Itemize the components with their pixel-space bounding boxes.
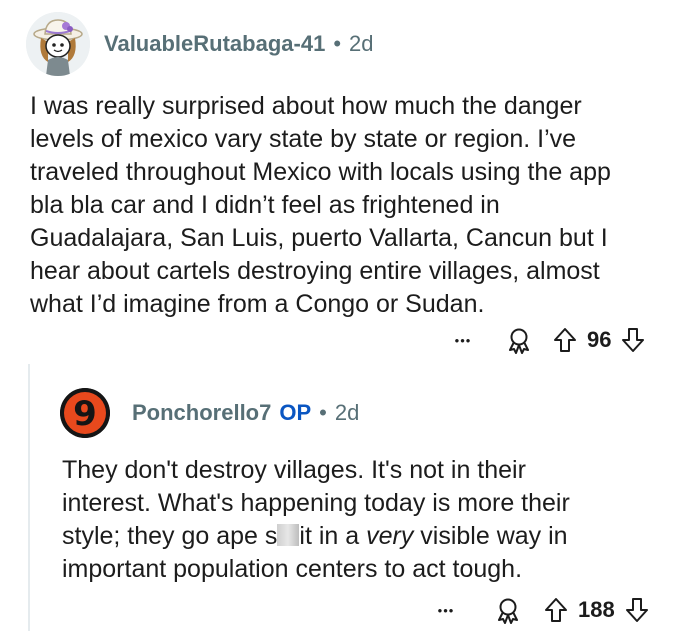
comment-body-line: Guadalajara, San Luis, puerto Vallarta, … (30, 224, 608, 252)
upvote-button[interactable] (549, 324, 581, 356)
comment-author[interactable]: ValuableRutabaga-41 (104, 31, 325, 57)
comment-header: ValuableRutabaga-41 • 2d (26, 12, 374, 76)
more-options-button[interactable]: ••• (445, 324, 481, 356)
downvote-arrow-icon (622, 328, 645, 352)
more-options-icon: ••• (454, 332, 472, 348)
award-button[interactable] (499, 324, 539, 356)
number-nine-avatar-icon: 9 (60, 388, 110, 438)
comment-age: 2d (349, 31, 374, 56)
avatar-digit: 9 (73, 394, 97, 434)
award-icon (498, 598, 518, 624)
meta-separator: • (319, 400, 327, 425)
meta-separator: • (333, 31, 342, 56)
op-badge: OP (279, 400, 312, 425)
reply-body-line: important population centers to act toug… (62, 555, 523, 583)
reply-text-segment: it in a (299, 522, 367, 550)
emphasis-text: very (366, 522, 414, 550)
upvote-button[interactable] (540, 594, 572, 626)
downvote-arrow-icon (625, 598, 648, 622)
more-options-icon: ••• (437, 602, 455, 618)
thread-line[interactable] (28, 364, 30, 631)
vote-count: 188 (578, 597, 615, 622)
reply-age: 2d (334, 400, 360, 425)
downvote-button[interactable] (617, 324, 649, 356)
comment-body-line: levels of mexico vary state by state or … (30, 125, 577, 153)
snoo-avatar-icon (26, 12, 90, 76)
upvote-arrow-icon (554, 328, 576, 352)
reply-text-segment: visible way in (413, 522, 568, 550)
award-icon (509, 328, 529, 354)
reply-header: 9 Ponchorello7 OP • 2d (60, 388, 359, 438)
award-button[interactable] (488, 594, 528, 626)
vote-count: 96 (587, 327, 612, 352)
comment-body-line: traveled throughout Mexico with locals u… (30, 158, 611, 186)
more-options-button[interactable]: ••• (428, 594, 464, 626)
reply-actions: ••• 188 (428, 594, 653, 626)
reply-body: They don't destroy villages. It's not in… (62, 454, 692, 586)
reply-author[interactable]: Ponchorello7 (132, 400, 271, 426)
comment-body-line: hear about cartels destroying entire vil… (30, 257, 600, 285)
censored-blur (277, 524, 300, 546)
user-avatar[interactable] (26, 12, 90, 76)
reply-text-segment: style; they go ape s (62, 522, 278, 550)
comment-actions: ••• 96 (445, 324, 649, 356)
downvote-button[interactable] (621, 594, 653, 626)
comment-body-line: I was really surprised about how much th… (30, 92, 582, 120)
comment-body-line: what I’d imagine from a Congo or Sudan. (30, 290, 485, 318)
comment-body: I was really surprised about how much th… (30, 90, 690, 321)
upvote-arrow-icon (545, 598, 567, 622)
reply-body-line: They don't destroy villages. It's not in… (62, 456, 526, 484)
reply-body-line: interest. What's happening today is more… (62, 489, 570, 517)
user-avatar[interactable]: 9 (60, 388, 110, 438)
reply-body-line: style; they go ape s it in a very visible… (62, 520, 692, 553)
comment-body-line: bla bla car and I didn’t feel as frighte… (30, 191, 500, 219)
